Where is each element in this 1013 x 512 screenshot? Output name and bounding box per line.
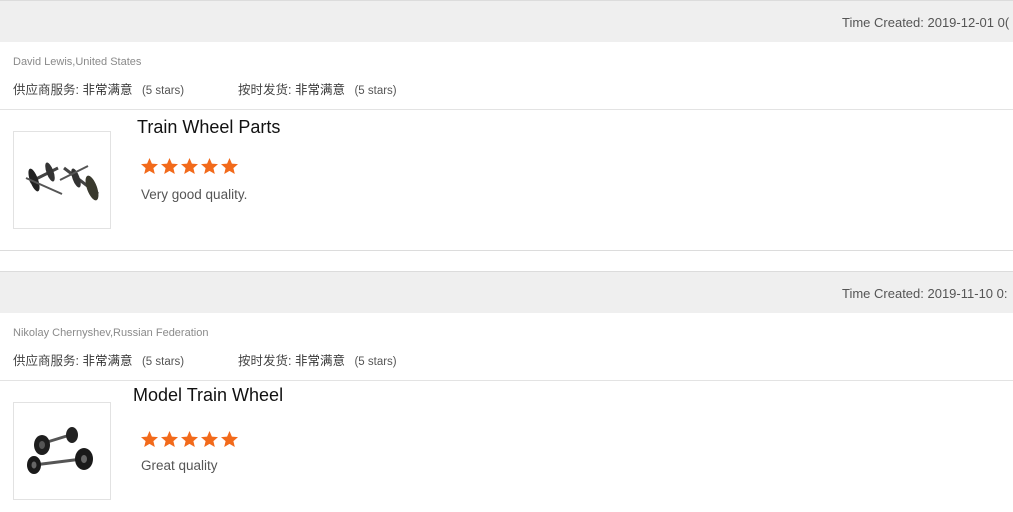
star-icon (161, 158, 178, 174)
star-icon (181, 431, 198, 447)
supplier-service-rating: 供应商服务: 非常满意 (5 stars) (13, 350, 184, 369)
rating-label: 按时发货: (238, 83, 292, 97)
on-time-delivery-rating: 按时发货: 非常满意 (5 stars) (238, 79, 397, 98)
time-created: Time Created: 2019-12-01 0( (842, 15, 1010, 30)
review-time-bar: Time Created: 2019-11-10 0: (0, 271, 1013, 313)
rating-label: 供应商服务: (13, 83, 79, 97)
divider (0, 380, 1013, 381)
product-title[interactable]: Train Wheel Parts (137, 117, 280, 138)
divider (0, 250, 1013, 251)
star-icon (201, 158, 218, 174)
review-time-bar: Time Created: 2019-12-01 0( (0, 0, 1013, 42)
product-thumbnail[interactable] (13, 131, 111, 229)
rating-stars-text: (5 stars) (354, 356, 397, 368)
rating-stars-text: (5 stars) (141, 85, 185, 97)
star-icon (181, 158, 198, 174)
divider (0, 109, 1013, 110)
product-thumbnail[interactable] (13, 402, 111, 500)
train-wheel-axle-image (25, 162, 99, 201)
rating-label: 供应商服务: (13, 354, 79, 368)
rating-value: 非常满意 (82, 83, 133, 97)
star-icon (141, 431, 158, 447)
star-icon (221, 158, 238, 174)
star-icon (161, 431, 178, 447)
review-comment: Very good quality. (141, 187, 248, 202)
star-icon (201, 431, 218, 447)
reviewer-name: Nikolay Chernyshev,Russian Federation (13, 327, 209, 339)
reviewer-name: David Lewis,United States (13, 56, 142, 68)
supplier-service-rating: 供应商服务: 非常满意 (5 stars) (13, 79, 184, 98)
rating-stars-text: (5 stars) (141, 356, 185, 368)
model-wheel-set-image (27, 427, 93, 474)
star-rating (140, 430, 240, 454)
ratings-row: 供应商服务: 非常满意 (5 stars) 按时发货: 非常满意 (5 star… (13, 79, 397, 98)
star-icon (221, 431, 238, 447)
ratings-row: 供应商服务: 非常满意 (5 stars) 按时发货: 非常满意 (5 star… (13, 350, 397, 369)
on-time-delivery-rating: 按时发货: 非常满意 (5 stars) (238, 350, 397, 369)
rating-label: 按时发货: (238, 354, 292, 368)
star-icon (141, 158, 158, 174)
time-created: Time Created: 2019-11-10 0: (842, 286, 1008, 301)
rating-value: 非常满意 (294, 83, 345, 97)
rating-value: 非常满意 (294, 354, 345, 368)
review-comment: Great quality (141, 458, 218, 473)
product-title[interactable]: Model Train Wheel (133, 385, 283, 406)
rating-stars-text: (5 stars) (354, 85, 397, 97)
star-rating (140, 157, 240, 181)
rating-value: 非常满意 (82, 354, 133, 368)
